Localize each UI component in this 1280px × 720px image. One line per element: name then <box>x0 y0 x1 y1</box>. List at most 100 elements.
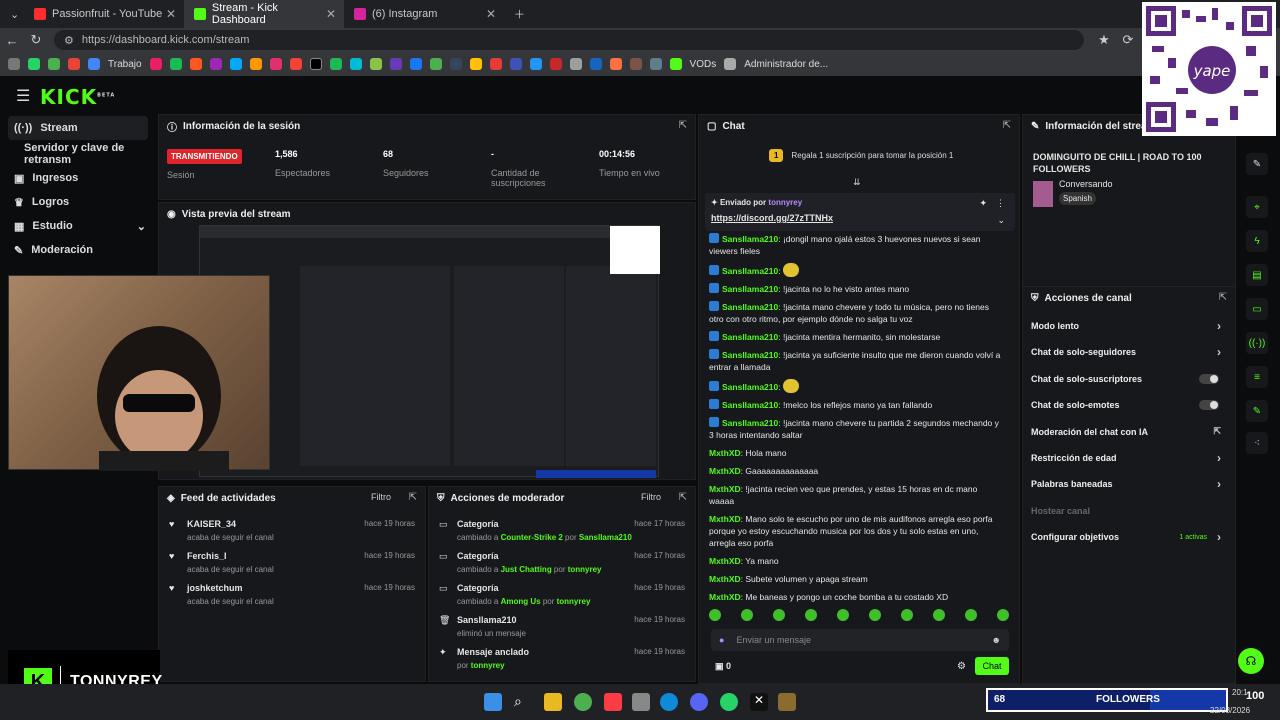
channel-action-item[interactable]: Chat de solo-seguidores › <box>1031 339 1229 365</box>
channel-action-item[interactable]: Modo lento › <box>1031 313 1229 339</box>
bookmark-icon[interactable] <box>189 58 202 70</box>
file-explorer-icon[interactable] <box>544 693 562 711</box>
sidebar-item-ingresos[interactable]: ▣ Ingresos <box>0 166 156 190</box>
chat-username[interactable]: MxthXD <box>709 514 741 524</box>
channel-action-item[interactable]: Moderación del chat con IA ⇱ <box>1031 419 1229 445</box>
popout-icon[interactable]: ⇱ <box>1219 292 1227 303</box>
bookmark-icon[interactable] <box>349 58 362 70</box>
emote-icon[interactable] <box>709 609 721 621</box>
mod-action-target[interactable]: Counter-Strike 2 <box>501 533 563 542</box>
mod-action-target[interactable]: Just Chatting <box>501 565 552 574</box>
bookmark-icon[interactable] <box>149 58 162 70</box>
facebook-icon[interactable] <box>409 58 422 70</box>
mod-action-user[interactable]: tonnyrey <box>568 565 602 574</box>
bookmark-icon[interactable] <box>569 58 582 70</box>
bookmark-icon[interactable] <box>509 58 522 70</box>
bookmark-icon[interactable] <box>169 58 182 70</box>
pinned-link[interactable]: https://discord.gg/27zTTNHx <box>711 213 833 223</box>
gift-sub-promo[interactable]: 1 Regala 1 suscripción para tomar la pos… <box>769 149 953 162</box>
chevron-down-icon[interactable]: ⌄ <box>997 215 1005 226</box>
bookmark-icon[interactable] <box>229 58 242 70</box>
bookmark-icon[interactable] <box>489 58 502 70</box>
target-icon[interactable]: ⌖ <box>1246 196 1268 218</box>
chat-username[interactable]: Sansllama210 <box>722 332 778 342</box>
emote-icon[interactable] <box>773 609 785 621</box>
sidebar-item-moderacion[interactable]: ✎ Moderación <box>0 238 156 262</box>
edit-icon[interactable]: ✎ <box>1246 153 1268 175</box>
mod-action-user[interactable]: tonnyrey <box>557 597 591 606</box>
app-icon[interactable] <box>778 693 796 711</box>
tumblr-icon[interactable] <box>449 58 462 70</box>
star-icon[interactable]: ★ <box>1092 32 1116 48</box>
sidebar-item-servidor[interactable]: Servidor y clave de retransm <box>0 142 156 166</box>
mod-action-target[interactable]: Among Us <box>501 597 541 606</box>
chat-username[interactable]: Sansllama210 <box>722 302 778 312</box>
emote-icon[interactable] <box>837 609 849 621</box>
url-field[interactable]: ⚙ https://dashboard.kick.com/stream <box>54 30 1084 50</box>
capcut-icon[interactable]: ✕ <box>750 693 768 711</box>
bookmark-icon[interactable] <box>269 58 282 70</box>
discord-icon[interactable] <box>690 693 708 711</box>
bookmark-icon[interactable] <box>629 58 642 70</box>
chat-username[interactable]: MxthXD <box>709 484 741 494</box>
spotify-icon[interactable] <box>329 58 342 70</box>
chat-username[interactable]: MxthXD <box>709 574 741 584</box>
channel-action-item[interactable]: Restricción de edad › <box>1031 445 1229 471</box>
whatsapp-icon[interactable] <box>28 58 40 70</box>
bookmark-icon[interactable] <box>8 58 20 70</box>
close-icon[interactable]: ✕ <box>166 7 176 21</box>
close-icon[interactable]: ✕ <box>486 7 496 21</box>
popout-icon[interactable]: ⇱ <box>409 492 417 503</box>
popout-icon[interactable]: ⇱ <box>1003 120 1011 131</box>
mod-action-user[interactable]: tonnyrey <box>471 661 505 670</box>
bookmark-icon[interactable] <box>249 58 262 70</box>
chat-username[interactable]: Sansllama210 <box>722 350 778 360</box>
bookmark-icon[interactable] <box>549 58 562 70</box>
bookmark-vods[interactable]: VODs <box>690 59 717 70</box>
chat-username[interactable]: Sansllama210 <box>722 234 778 244</box>
x-icon[interactable] <box>309 58 322 70</box>
document-icon[interactable]: ▤ <box>1246 264 1268 286</box>
extensions-icon[interactable]: ⟳ <box>1116 32 1140 48</box>
chat-username[interactable]: Sansllama210 <box>722 284 778 294</box>
chat-username[interactable]: MxthXD <box>709 556 741 566</box>
snipping-icon[interactable] <box>632 693 650 711</box>
bookmark-icon[interactable] <box>529 58 542 70</box>
kick-logo[interactable]: KICKBETA <box>40 85 115 109</box>
pinned-user[interactable]: tonnyrey <box>768 198 802 207</box>
search-icon[interactable]: ⌕ <box>514 693 532 711</box>
popout-icon[interactable]: ⇱ <box>679 492 687 503</box>
back-arrow-icon[interactable]: ← <box>0 33 24 48</box>
list-icon[interactable]: ≡ <box>1246 366 1268 388</box>
bookmark-icon[interactable] <box>209 58 222 70</box>
menu-icon[interactable]: ☰ <box>16 86 30 106</box>
channel-action-item[interactable]: Configurar objetivos 1 activas › <box>1031 524 1229 550</box>
new-tab-button[interactable]: ＋ <box>504 0 535 28</box>
toggle-switch[interactable] <box>1199 373 1219 384</box>
reload-icon[interactable]: ↻ <box>24 32 48 48</box>
dots-icon[interactable]: ⁖ <box>1246 432 1268 454</box>
edge-icon[interactable] <box>660 693 678 711</box>
broadcast-icon[interactable]: ((·)) <box>1246 332 1268 354</box>
chat-username[interactable]: Sansllama210 <box>722 382 778 392</box>
close-icon[interactable]: ✕ <box>326 7 336 21</box>
emote-icon[interactable] <box>869 609 881 621</box>
tab-search-button[interactable]: ⌄ <box>0 0 24 28</box>
popout-icon[interactable]: ⇱ <box>679 120 687 131</box>
kick-icon[interactable] <box>669 58 682 70</box>
bookmark-folder-trabajo[interactable]: Trabajo <box>108 59 142 70</box>
chat-username[interactable]: Sansllama210 <box>722 266 778 276</box>
channel-points[interactable]: ▣ 0 <box>715 661 731 672</box>
bookmark-icon[interactable] <box>724 58 737 70</box>
sidebar-item-logros[interactable]: ♛ Logros <box>0 190 156 214</box>
chat-send-button[interactable]: Chat <box>975 657 1009 675</box>
drive-icon[interactable] <box>48 58 60 70</box>
emote-icon[interactable] <box>997 609 1009 621</box>
music-icon[interactable] <box>604 693 622 711</box>
channel-action-item[interactable]: Chat de solo-suscriptores <box>1031 366 1229 392</box>
chat-username[interactable]: Sansllama210 <box>722 418 778 428</box>
chrome-icon[interactable] <box>574 693 592 711</box>
tab-youtube[interactable]: Passionfruit - YouTube ✕ <box>24 0 184 28</box>
channel-action-item[interactable]: Palabras baneadas › <box>1031 471 1229 497</box>
channel-action-item[interactable]: Hostear canal <box>1031 498 1229 524</box>
